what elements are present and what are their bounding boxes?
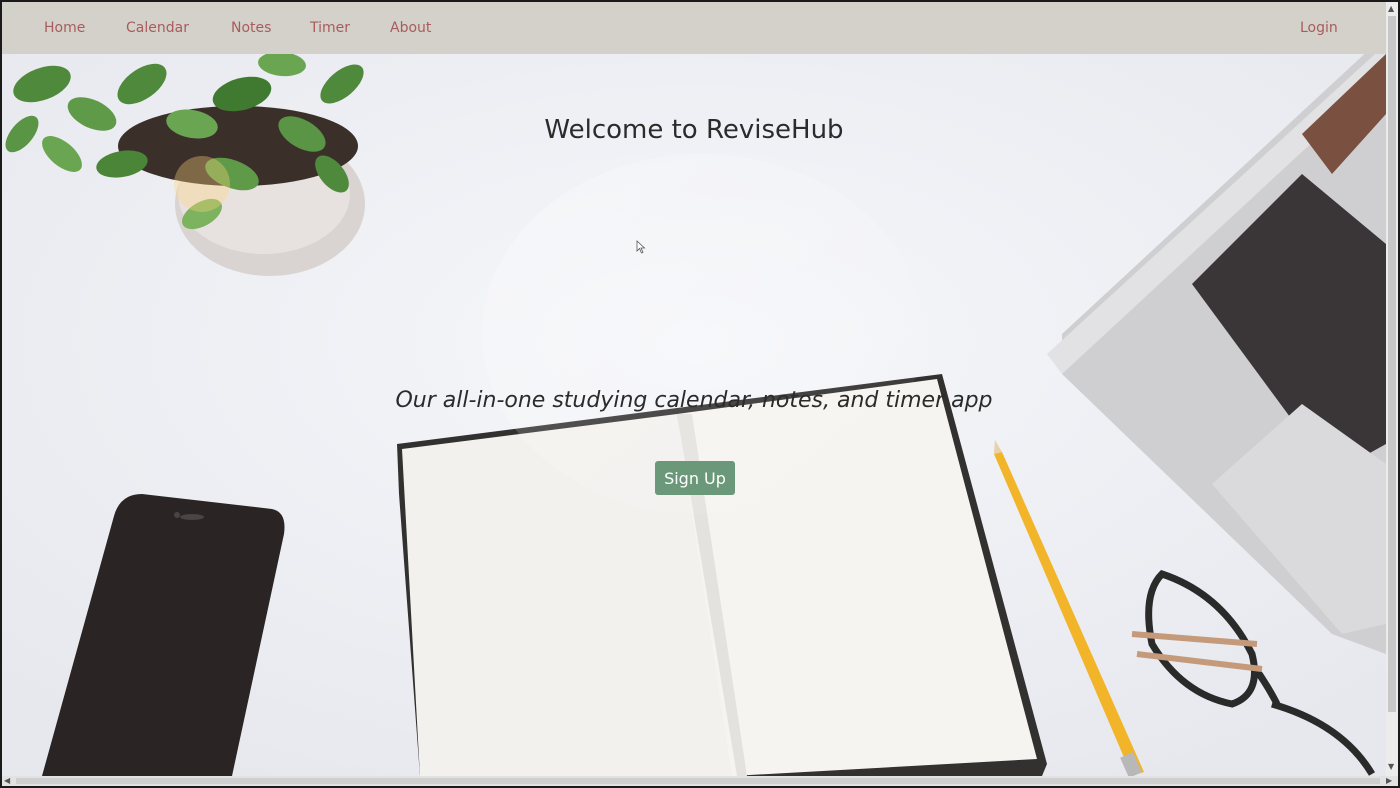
hero-subtitle: Our all-in-one studying calendar, notes,… [395,388,993,413]
horizontal-scrollbar[interactable]: ◀ ▶ [2,776,1398,786]
vertical-scroll-thumb[interactable] [1388,16,1396,712]
signup-button[interactable]: Sign Up [655,461,735,495]
scroll-left-arrow-icon[interactable]: ◀ [4,776,10,786]
horizontal-scroll-thumb[interactable] [16,778,1380,784]
scroll-up-arrow-icon[interactable]: ▲ [1388,4,1394,14]
scroll-right-arrow-icon[interactable]: ▶ [1386,776,1392,786]
scroll-down-arrow-icon[interactable]: ▼ [1388,762,1394,772]
nav-notes-link[interactable]: Notes [231,2,271,54]
hero-background-image [2,54,1386,776]
mouse-cursor-icon [636,240,646,254]
nav-login-link[interactable]: Login [1300,2,1338,54]
hero-title: Welcome to ReviseHub [544,115,844,145]
browser-viewport: Home Calendar Notes Timer About Login We… [2,2,1386,776]
nav-calendar-link[interactable]: Calendar [126,2,189,54]
vertical-scrollbar[interactable]: ▲ ▼ [1386,2,1398,776]
nav-timer-link[interactable]: Timer [310,2,350,54]
top-navbar: Home Calendar Notes Timer About Login [2,2,1386,54]
nav-home-link[interactable]: Home [44,2,85,54]
nav-about-link[interactable]: About [390,2,431,54]
